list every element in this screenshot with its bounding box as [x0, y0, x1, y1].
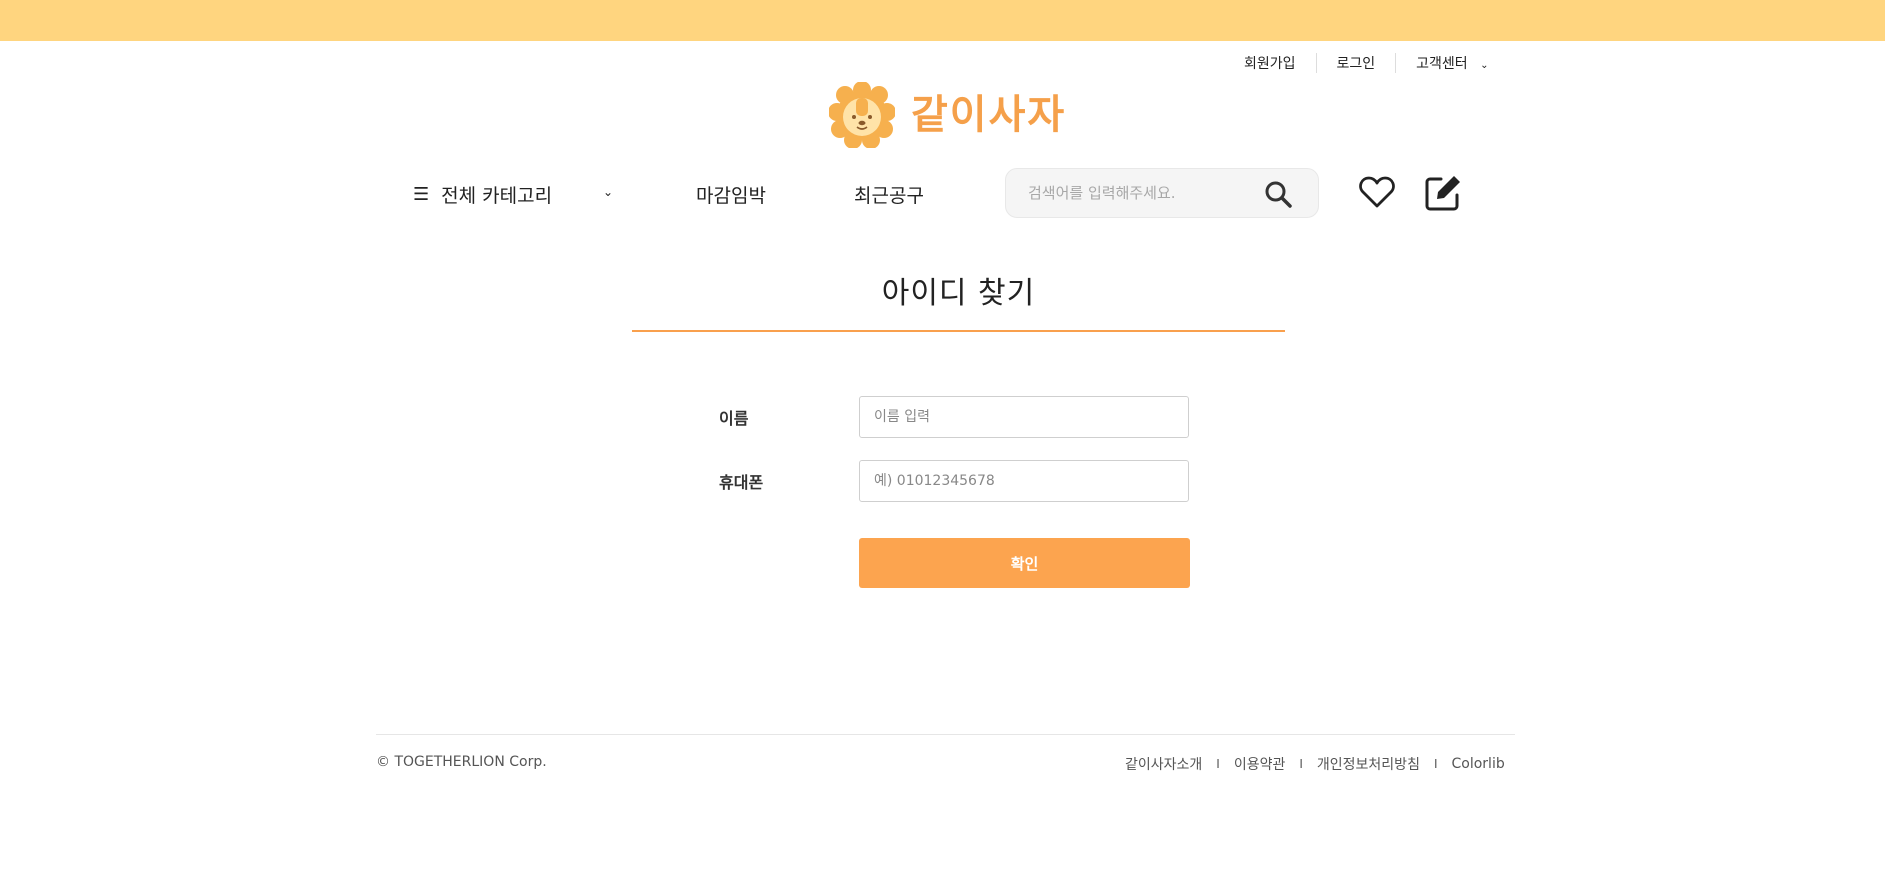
footer-separator: I [1299, 757, 1303, 771]
footer-link-terms[interactable]: 이용약관 [1234, 754, 1286, 774]
login-link[interactable]: 로그인 [1317, 53, 1396, 73]
name-label: 이름 [719, 409, 749, 428]
chevron-down-icon: ⌄ [1480, 60, 1489, 71]
main-nav: ☰ 전체 카테고리 ⌄ 마감임박 최근공구 [413, 168, 1473, 220]
category-menu[interactable]: ☰ 전체 카테고리 ⌄ [413, 181, 613, 208]
site-logo[interactable]: 같이사자 [829, 82, 1066, 148]
confirm-button[interactable]: 확인 [859, 538, 1190, 588]
title-underline [632, 330, 1285, 332]
footer-divider [376, 734, 1515, 735]
search-input[interactable] [1026, 183, 1260, 203]
edit-icon[interactable] [1424, 174, 1462, 216]
phone-input[interactable] [859, 460, 1189, 502]
lion-logo-icon [829, 82, 895, 148]
footer-link-colorlib[interactable]: Colorlib [1452, 756, 1505, 772]
footer-link-privacy[interactable]: 개인정보처리방침 [1317, 754, 1420, 774]
search-box [1005, 168, 1319, 218]
footer-links: 같이사자소개 I 이용약관 I 개인정보처리방침 I Colorlib [1125, 754, 1505, 774]
nav-recent[interactable]: 최근공구 [854, 181, 924, 208]
footer-link-about[interactable]: 같이사자소개 [1125, 754, 1202, 774]
support-menu[interactable]: 고객센터 ⌄ [1396, 53, 1508, 73]
support-label: 고객센터 [1416, 56, 1468, 72]
name-input[interactable] [859, 396, 1189, 438]
utility-nav: 회원가입 로그인 고객센터 ⌄ [1230, 53, 1509, 73]
menu-icon: ☰ [413, 184, 430, 205]
page-title: 아이디 찾기 [881, 276, 1036, 311]
footer-separator: I [1216, 757, 1220, 771]
footer-separator: I [1433, 757, 1438, 771]
phone-label: 휴대폰 [719, 473, 764, 492]
copyright-text: © TOGETHERLION Corp. [376, 754, 547, 770]
search-icon[interactable] [1264, 180, 1292, 212]
signup-link[interactable]: 회원가입 [1230, 53, 1316, 73]
logo-text: 같이사자 [911, 92, 1067, 138]
top-banner [0, 0, 1885, 41]
heart-icon[interactable] [1359, 176, 1395, 212]
chevron-down-icon: ⌄ [603, 185, 614, 199]
category-label: 전체 카테고리 [441, 185, 553, 207]
nav-deadline[interactable]: 마감임박 [696, 181, 766, 208]
